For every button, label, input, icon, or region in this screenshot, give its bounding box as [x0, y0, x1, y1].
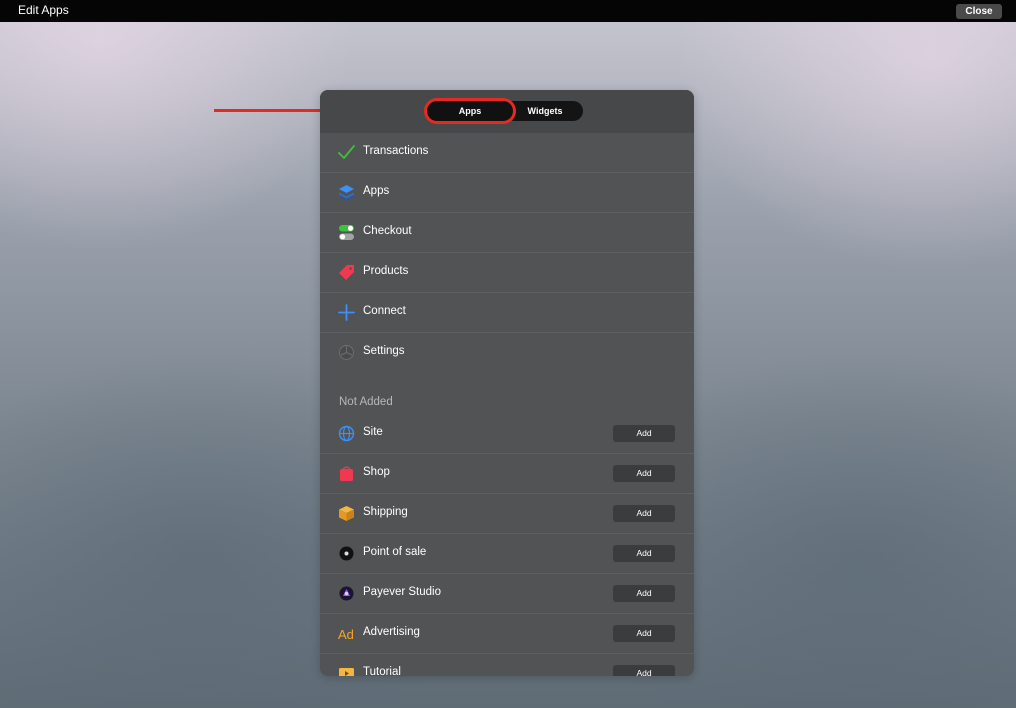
- app-label: Checkout: [363, 225, 412, 237]
- add-button-point-of-sale[interactable]: Add: [613, 545, 675, 562]
- app-row-checkout[interactable]: Checkout: [320, 213, 694, 253]
- app-label: Shop: [363, 466, 390, 478]
- app-row-connect[interactable]: Connect: [320, 293, 694, 333]
- app-label: Point of sale: [363, 546, 427, 558]
- add-button-shipping[interactable]: Add: [613, 505, 675, 522]
- pos-dot-icon: [338, 545, 355, 562]
- app-label: Settings: [363, 345, 405, 357]
- box-icon: [338, 505, 355, 522]
- app-row-products[interactable]: Products: [320, 253, 694, 293]
- tab-apps[interactable]: Apps: [427, 101, 513, 121]
- not-added-apps-list: Site Add Shop Add Shipping Add Point of …: [320, 414, 694, 676]
- section-title-not-added: Not Added: [339, 396, 393, 408]
- add-button-advertising[interactable]: Add: [613, 625, 675, 642]
- app-row-site: Site Add: [320, 414, 694, 454]
- app-label: Transactions: [363, 145, 429, 157]
- window-title: Edit Apps: [18, 3, 69, 17]
- edit-apps-panel: Apps Widgets Transactions Apps Checkout …: [320, 90, 694, 676]
- ad-icon: Ad: [338, 625, 355, 642]
- app-label: Advertising: [363, 626, 420, 638]
- apps-widgets-toggle: Apps Widgets: [427, 101, 583, 121]
- app-row-apps[interactable]: Apps: [320, 173, 694, 213]
- studio-icon: [338, 585, 355, 602]
- app-label: Tutorial: [363, 666, 401, 676]
- added-apps-list: Transactions Apps Checkout Products Conn…: [320, 133, 694, 372]
- toggles-icon: [338, 224, 355, 241]
- app-row-point-of-sale: Point of sale Add: [320, 534, 694, 574]
- app-label: Products: [363, 265, 409, 277]
- checkmark-icon: [338, 144, 355, 161]
- add-button-shop[interactable]: Add: [613, 465, 675, 482]
- app-label: Connect: [363, 305, 406, 317]
- app-label: Site: [363, 426, 383, 438]
- add-button-payever-studio[interactable]: Add: [613, 585, 675, 602]
- app-row-settings[interactable]: Settings: [320, 333, 694, 372]
- plus-icon: [338, 304, 355, 321]
- video-icon: [338, 665, 355, 676]
- gear-icon: [338, 344, 355, 361]
- app-label: Apps: [363, 185, 390, 197]
- app-row-shipping: Shipping Add: [320, 494, 694, 534]
- layers-icon: [338, 184, 355, 201]
- svg-text:Ad: Ad: [338, 627, 354, 642]
- app-row-transactions[interactable]: Transactions: [320, 133, 694, 173]
- panel-header: Apps Widgets: [320, 90, 694, 133]
- add-button-tutorial[interactable]: Add: [613, 665, 675, 676]
- price-tag-icon: [338, 264, 355, 281]
- app-label: Shipping: [363, 506, 408, 518]
- close-button[interactable]: Close: [956, 4, 1002, 19]
- globe-icon: [338, 425, 355, 442]
- shopping-bag-icon: [338, 465, 355, 482]
- app-label: Payever Studio: [363, 586, 441, 598]
- app-row-tutorial: Tutorial Add: [320, 654, 694, 676]
- tab-widgets[interactable]: Widgets: [507, 101, 583, 121]
- top-bar: Edit Apps Close: [0, 0, 1016, 22]
- app-row-advertising: Ad Advertising Add: [320, 614, 694, 654]
- app-row-shop: Shop Add: [320, 454, 694, 494]
- app-row-payever-studio: Payever Studio Add: [320, 574, 694, 614]
- add-button-site[interactable]: Add: [613, 425, 675, 442]
